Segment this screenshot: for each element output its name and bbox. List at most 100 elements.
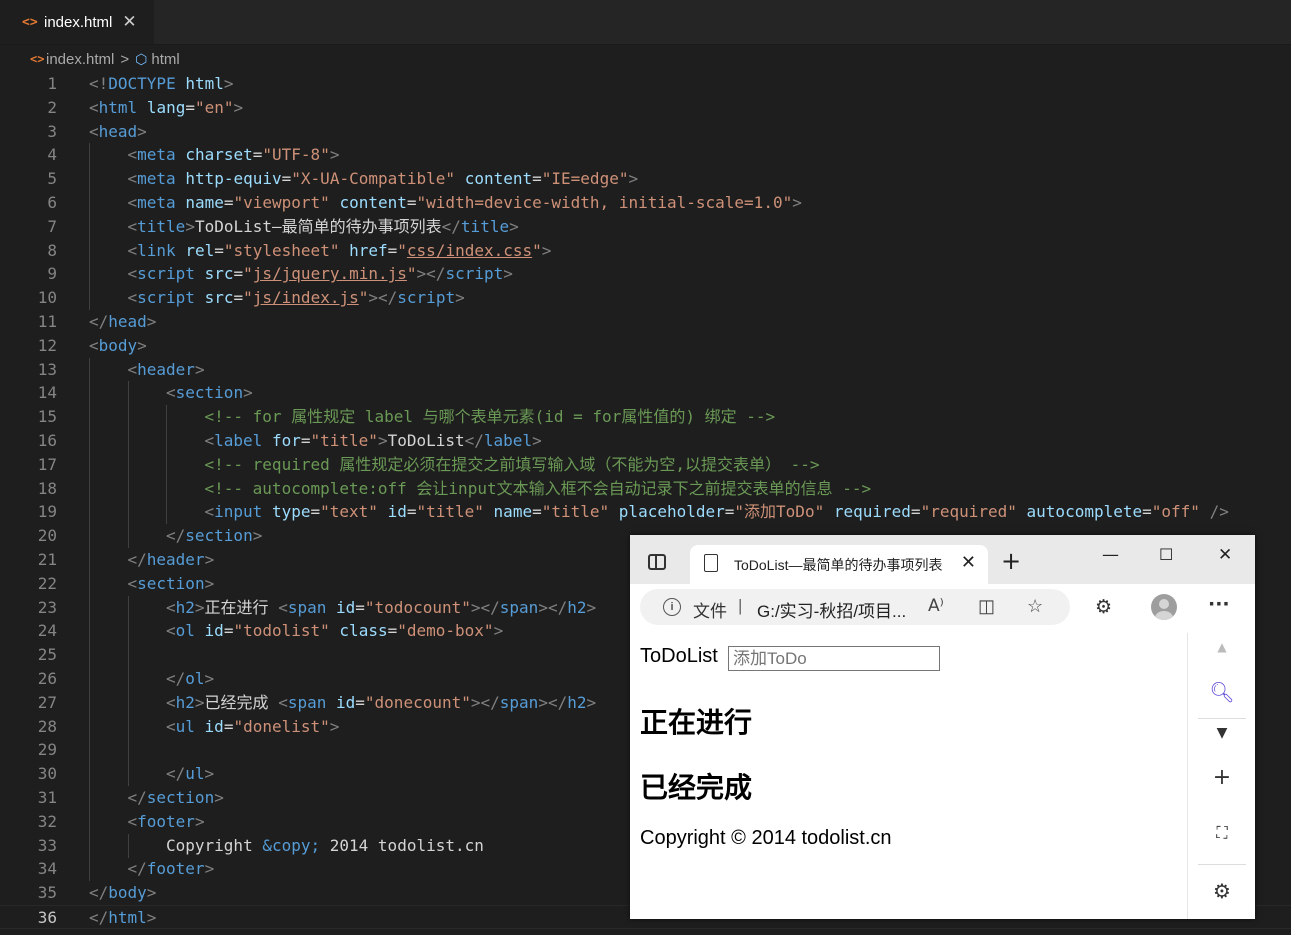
address-bar[interactable]: i 文件 | G:/实习-秋招/项目... A⁾ ◫ ☆ [640, 589, 1070, 625]
code-token: " [243, 288, 253, 308]
read-aloud-icon[interactable]: A⁾ [928, 596, 944, 616]
line-number: 19 [37, 502, 57, 522]
breadcrumb-symbol[interactable]: html [151, 51, 179, 68]
code-line[interactable]: 19 <input type="text" id="title" name="ti… [0, 500, 1291, 525]
code-token: > [214, 787, 224, 807]
add-icon[interactable]: + [1188, 765, 1255, 790]
line-number: 16 [37, 430, 57, 450]
code-line[interactable]: 1 <!DOCTYPE html> [0, 72, 1291, 96]
code-line[interactable]: 5 <meta http-equiv="X-UA-Compatible" cont… [0, 167, 1291, 192]
indent-guide [89, 833, 90, 858]
code-token: meta [137, 169, 176, 189]
line-number: 13 [37, 359, 57, 379]
code-line[interactable]: 9 <script src="js/jquery.min.js"></script… [0, 262, 1291, 287]
close-window-button[interactable]: ✕ [1218, 545, 1232, 565]
code-token: </ [464, 430, 484, 450]
add-todo-input[interactable] [728, 646, 940, 671]
more-menu-icon[interactable]: ··· [1208, 593, 1230, 615]
scroll-up-icon[interactable]: ▲ [1188, 640, 1255, 654]
code-token: "donelist" [233, 716, 330, 736]
line-number: 2 [47, 97, 57, 117]
code-token: > [329, 145, 340, 165]
search-icon[interactable]: 🔍︎ [1188, 680, 1255, 704]
code-token: js/index.js [252, 288, 359, 308]
new-tab-button[interactable]: + [1001, 547, 1021, 575]
code-token: = [355, 597, 365, 617]
code-text: <!-- for 属性规定 label 与哪个表单元素(id = for属性值的… [205, 405, 776, 429]
extensions-icon[interactable]: ⚙ [1095, 596, 1112, 618]
browser-tab[interactable]: ToDoList—最简单的待办事项列表 ✕ [690, 545, 988, 584]
code-token: </ [166, 526, 186, 546]
code-token: = [233, 288, 244, 308]
code-line[interactable]: 14 <section> [0, 381, 1291, 406]
favorite-star-icon[interactable]: ☆ [1027, 596, 1043, 617]
code-text: <title>ToDoList—最简单的待办事项列表</title> [128, 215, 519, 239]
info-icon[interactable]: i [663, 598, 681, 616]
indent-guide [89, 619, 90, 644]
code-line[interactable]: 8 <link rel="stylesheet" href="css/index.… [0, 238, 1291, 263]
code-line[interactable]: 11 </head> [0, 310, 1291, 334]
code-token: > [194, 359, 205, 379]
code-line[interactable]: 3 <head> [0, 120, 1291, 144]
minimize-button[interactable]: — [1102, 545, 1119, 565]
code-line[interactable]: 17 <!-- required 属性规定必须在提交之前填写输入域（不能为空,以提… [0, 452, 1291, 477]
indent-guide [89, 524, 90, 549]
code-token: script [445, 264, 504, 284]
code-token: < [166, 383, 176, 403]
code-token: < [127, 288, 138, 308]
code-text: </section> [128, 786, 224, 810]
indent-guide [89, 809, 90, 834]
split-screen-icon[interactable]: ◫ [978, 596, 995, 617]
code-text: <meta name="viewport" content="width=dev… [128, 191, 802, 215]
line-number: 14 [37, 383, 57, 403]
indent-guide [127, 619, 129, 644]
code-token: script [137, 288, 195, 308]
code-token: head [98, 121, 138, 141]
code-line[interactable]: 10 <script src="js/index.js"></script> [0, 286, 1291, 311]
code-token: ul [175, 716, 195, 736]
code-token: > [194, 692, 205, 712]
code-line[interactable]: 7 <title>ToDoList—最简单的待办事项列表</title> [0, 214, 1291, 239]
code-line[interactable]: 18 <!-- autocomplete:off 会让input文本输入框不会自动… [0, 476, 1291, 501]
code-token: = [233, 264, 244, 284]
code-text: </head> [89, 310, 156, 334]
breadcrumb-file[interactable]: index.html [46, 51, 114, 68]
shopping-icon[interactable]: ▼ [1188, 725, 1255, 741]
code-line[interactable]: 12 <body> [0, 334, 1291, 358]
editor-tab-index-html[interactable]: <> index.html ✕ [0, 0, 155, 44]
indent-guide [127, 381, 129, 406]
settings-icon[interactable]: ⚙ [1188, 879, 1255, 903]
indent-guide [127, 428, 129, 453]
code-token: content [339, 192, 407, 212]
code-token: ToDoList [387, 430, 465, 450]
tab-actions-icon[interactable] [648, 554, 666, 570]
address-path[interactable]: G:/实习-秋招/项目... [757, 597, 917, 622]
indent-guide [166, 500, 167, 525]
code-token: </ [166, 668, 186, 688]
code-line[interactable]: 6 <meta name="viewport" content="width=de… [0, 190, 1291, 215]
code-line[interactable]: 15 <!-- for 属性规定 label 与哪个表单元素(id = for属性… [0, 405, 1291, 430]
code-token: = [214, 240, 224, 260]
line-number: 5 [47, 169, 57, 189]
screenshot-icon[interactable]: ⛶ [1188, 823, 1255, 843]
close-tab-icon[interactable]: ✕ [961, 552, 976, 573]
code-token: " [397, 240, 407, 260]
code-line[interactable]: 16 <label for="title">ToDoList</label> [0, 428, 1291, 453]
profile-avatar-icon[interactable] [1151, 594, 1177, 620]
code-token: body [98, 335, 138, 355]
code-line[interactable]: 13 <header> [0, 357, 1291, 382]
code-line[interactable]: 2 <html lang="en"> [0, 96, 1291, 120]
close-icon[interactable]: ✕ [122, 12, 136, 32]
code-token: script [397, 288, 456, 308]
code-line[interactable]: 4 <meta charset="UTF-8"> [0, 143, 1291, 168]
indent-guide [89, 357, 90, 382]
code-token: "title" [416, 502, 484, 522]
indent-guide [166, 405, 167, 430]
line-number: 3 [47, 121, 57, 141]
browser-tab-title: ToDoList—最简单的待办事项列表 [734, 557, 943, 573]
maximize-button[interactable]: ☐ [1159, 545, 1173, 564]
